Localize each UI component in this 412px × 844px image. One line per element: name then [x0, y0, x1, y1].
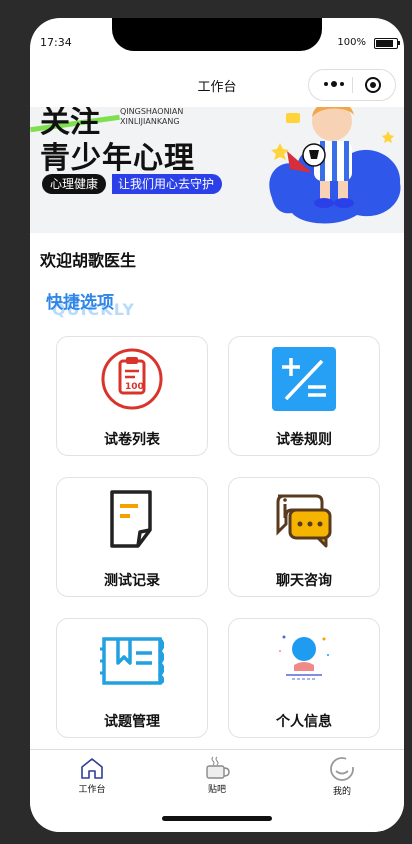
card-label: 试题管理 — [104, 714, 160, 730]
coffee-cup-icon — [206, 756, 230, 779]
card-label: 个人信息 — [276, 714, 332, 730]
book-icon — [100, 637, 164, 685]
card-label: 试卷规则 — [276, 432, 332, 448]
tab-forum[interactable]: 贴吧 — [187, 756, 247, 795]
tab-label: 贴吧 — [207, 785, 226, 795]
boy-soccer-illustration — [269, 107, 401, 224]
banner-slogan: 让我们用心去守护 — [112, 174, 223, 194]
tab-label: 工作台 — [78, 785, 106, 795]
camera-notch — [112, 18, 322, 51]
user-icon — [279, 635, 329, 680]
clipboard-score-icon: 100 — [101, 348, 163, 410]
plus-minus-icon — [272, 347, 336, 411]
battery-percent: 100% — [337, 37, 366, 48]
banner-tag: 心理健康 — [42, 174, 107, 194]
tab-mine[interactable]: 我的 — [312, 756, 372, 797]
battery-icon — [374, 38, 400, 49]
mini-program-capsule — [308, 69, 396, 101]
banner-pinyin-2: XINLIJIANKANG — [120, 117, 180, 126]
tab-workbench[interactable]: 工作台 — [62, 756, 122, 795]
profile-circle-icon — [330, 757, 355, 781]
card-personal-info[interactable]: 个人信息 — [228, 618, 380, 738]
card-question-management[interactable]: 试题管理 — [56, 618, 208, 738]
card-test-records[interactable]: 测试记录 — [56, 477, 208, 597]
card-label: 聊天咨询 — [276, 573, 332, 589]
status-time: 17:34 — [40, 36, 72, 49]
banner[interactable]: 关注 QINGSHAONIAN XINLIJIANKANG 青少年心理 心理健康… — [30, 107, 404, 233]
quick-title: 快捷选项 — [46, 293, 114, 313]
chat-bubbles-icon — [276, 494, 332, 548]
close-target-icon[interactable] — [365, 77, 381, 93]
banner-pinyin: QINGSHAONIAN XINLIJIANKANG — [120, 107, 183, 127]
capsule-divider — [352, 77, 353, 93]
home-icon — [81, 758, 103, 779]
phone-screen: 17:34 100% 工作台 关注 QINGSHAONIAN XINLIJIAN… — [30, 18, 404, 832]
card-chat-consult[interactable]: 聊天咨询 — [228, 477, 380, 597]
more-dots-icon[interactable] — [323, 79, 345, 89]
banner-pinyin-1: QINGSHAONIAN — [120, 107, 184, 116]
card-label: 试卷列表 — [104, 432, 160, 448]
svg-text:100: 100 — [125, 382, 144, 392]
card-exam-rules[interactable]: 试卷规则 — [228, 336, 380, 456]
home-indicator — [162, 816, 272, 821]
welcome-text: 欢迎胡歌医生 — [40, 251, 137, 270]
tab-label: 我的 — [332, 787, 351, 797]
nav-bar: 工作台 — [30, 66, 404, 106]
card-exam-list[interactable]: 100 试卷列表 — [56, 336, 208, 456]
card-label: 测试记录 — [104, 573, 160, 589]
banner-line2: 青少年心理 — [40, 141, 195, 176]
document-icon — [110, 490, 152, 548]
